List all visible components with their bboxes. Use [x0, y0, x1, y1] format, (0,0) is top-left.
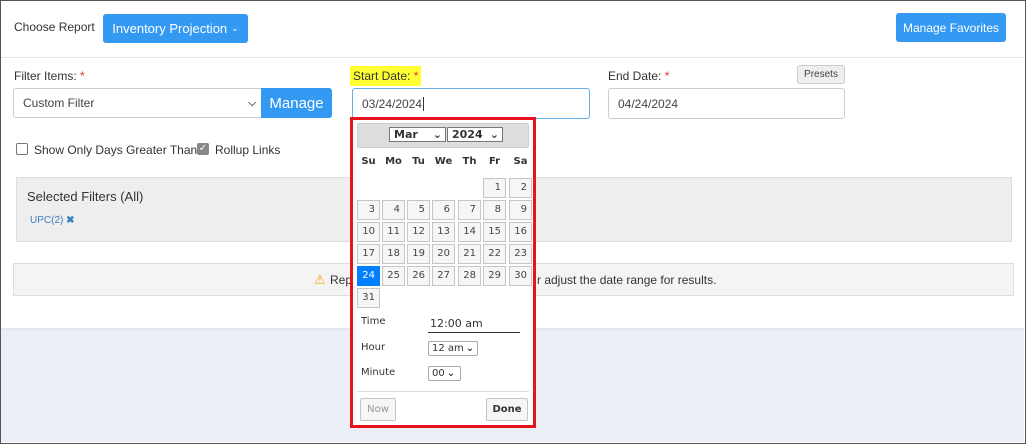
text-cursor: [423, 96, 425, 111]
rollup-links-label: Rollup Links: [215, 143, 281, 157]
presets-button[interactable]: Presets: [797, 65, 845, 84]
now-button[interactable]: Now: [360, 398, 396, 421]
chevron-down-icon: ⌄: [231, 23, 239, 33]
chevron-down-icon: ⌄: [465, 343, 475, 354]
calendar-day[interactable]: 26: [407, 266, 430, 286]
hour-value: 12 am: [432, 343, 464, 354]
start-date-label: Start Date: *: [350, 66, 422, 86]
footer-divider: [357, 391, 529, 392]
calendar-day[interactable]: 1: [483, 178, 506, 198]
weekday-header: We: [434, 156, 453, 167]
chevron-down-icon: ⌄: [432, 128, 442, 141]
required-asterisk: *: [664, 69, 670, 83]
calendar-day[interactable]: 28: [458, 266, 481, 286]
manage-filter-button[interactable]: Manage: [261, 88, 332, 118]
calendar-day[interactable]: 3: [357, 200, 380, 220]
month-value: Mar: [394, 128, 418, 141]
month-select[interactable]: Mar ⌄: [389, 127, 446, 142]
end-date-label: End Date: *: [608, 69, 669, 83]
filter-tag[interactable]: UPC(2) ✖: [30, 215, 75, 226]
calendar-day[interactable]: 9: [509, 200, 532, 220]
filter-items-label: Filter Items: *: [14, 69, 85, 83]
calendar-day[interactable]: 30: [509, 266, 532, 286]
calendar-day[interactable]: 2: [509, 178, 532, 198]
minute-label: Minute: [361, 367, 396, 378]
start-date-input[interactable]: 03/24/2024: [352, 88, 590, 119]
chevron-down-icon: ⌄: [446, 368, 456, 379]
manage-favorites-button[interactable]: Manage Favorites: [896, 13, 1006, 42]
calendar-day[interactable]: 31: [357, 288, 380, 308]
end-date-input[interactable]: 04/24/2024: [608, 88, 845, 119]
filter-items-value: Custom Filter: [23, 96, 95, 110]
calendar-day[interactable]: 12: [407, 222, 430, 242]
calendar-day[interactable]: 5: [407, 200, 430, 220]
calendar-day[interactable]: 11: [382, 222, 405, 242]
datepicker-popup: Mar ⌄ 2024 ⌄ Su Mo Tu We Th Fr Sa 1 2 3 4 5 6 7 8 9 10 11 1…: [350, 117, 536, 428]
report-dropdown-label: Inventory Projection: [112, 21, 228, 36]
filter-tag-label: UPC(2): [30, 215, 64, 226]
weekday-header: Mo: [385, 156, 402, 167]
report-dropdown-button[interactable]: Inventory Projection ⌄: [103, 14, 248, 43]
start-date-label-text: Start Date:: [353, 69, 411, 83]
warning-text-start: Rep: [330, 273, 353, 287]
weekday-header: Su: [361, 156, 376, 167]
remove-tag-icon[interactable]: ✖: [66, 215, 74, 226]
calendar-day-selected[interactable]: 24: [357, 266, 380, 286]
minute-value: 00: [432, 368, 445, 379]
required-asterisk: *: [80, 69, 85, 83]
warning-icon: ⚠: [314, 272, 326, 287]
calendar-day[interactable]: 20: [432, 244, 455, 264]
end-date-label-text: End Date:: [608, 69, 662, 83]
selected-filters-title: Selected Filters (All): [27, 189, 144, 204]
end-date-value: 04/24/2024: [618, 96, 679, 111]
chevron-down-icon: ⌵: [248, 97, 256, 109]
calendar-day[interactable]: 19: [407, 244, 430, 264]
calendar-day[interactable]: 27: [432, 266, 455, 286]
calendar-day[interactable]: 25: [382, 266, 405, 286]
calendar-day[interactable]: 21: [458, 244, 481, 264]
calendar-day[interactable]: 8: [483, 200, 506, 220]
year-value: 2024: [452, 128, 483, 141]
calendar-day[interactable]: 14: [458, 222, 481, 242]
year-select[interactable]: 2024 ⌄: [447, 127, 503, 142]
time-label: Time: [361, 316, 386, 327]
calendar-day[interactable]: 18: [382, 244, 405, 264]
minute-select[interactable]: 00 ⌄: [428, 366, 461, 381]
calendar-day[interactable]: 6: [432, 200, 455, 220]
calendar-day[interactable]: 10: [357, 222, 380, 242]
header-divider: [1, 57, 1024, 58]
calendar-day[interactable]: 7: [458, 200, 481, 220]
calendar-day[interactable]: 13: [432, 222, 455, 242]
weekday-header: Sa: [513, 156, 528, 167]
weekday-header: Tu: [412, 156, 425, 167]
calendar-day[interactable]: 15: [483, 222, 506, 242]
calendar-day[interactable]: 23: [509, 244, 532, 264]
datepicker-header: Mar ⌄ 2024 ⌄: [357, 123, 529, 148]
filter-items-label-text: Filter Items:: [14, 69, 77, 83]
weekday-header: Th: [462, 156, 477, 167]
calendar-day[interactable]: 17: [357, 244, 380, 264]
hour-select[interactable]: 12 am ⌄: [428, 341, 478, 356]
warning-text-end: r adjust the date range for results.: [537, 273, 717, 287]
chevron-down-icon: ⌄: [489, 128, 499, 141]
calendar-day[interactable]: 22: [483, 244, 506, 264]
show-days-label: Show Only Days Greater Than: [34, 143, 198, 157]
weekday-header: Fr: [488, 156, 501, 167]
rollup-links-checkbox[interactable]: ✓: [197, 143, 209, 155]
start-date-value: 03/24/2024: [362, 96, 423, 111]
calendar-day[interactable]: 16: [509, 222, 532, 242]
calendar-day[interactable]: 4: [382, 200, 405, 220]
required-asterisk: *: [413, 69, 419, 83]
done-button[interactable]: Done: [486, 398, 528, 421]
calendar-day[interactable]: 29: [483, 266, 506, 286]
time-value: 12:00 am: [428, 317, 520, 333]
show-days-checkbox[interactable]: [16, 143, 28, 155]
choose-report-label: Choose Report: [14, 20, 95, 34]
filter-items-select[interactable]: Custom Filter ⌵: [13, 88, 263, 118]
hour-label: Hour: [361, 342, 386, 353]
